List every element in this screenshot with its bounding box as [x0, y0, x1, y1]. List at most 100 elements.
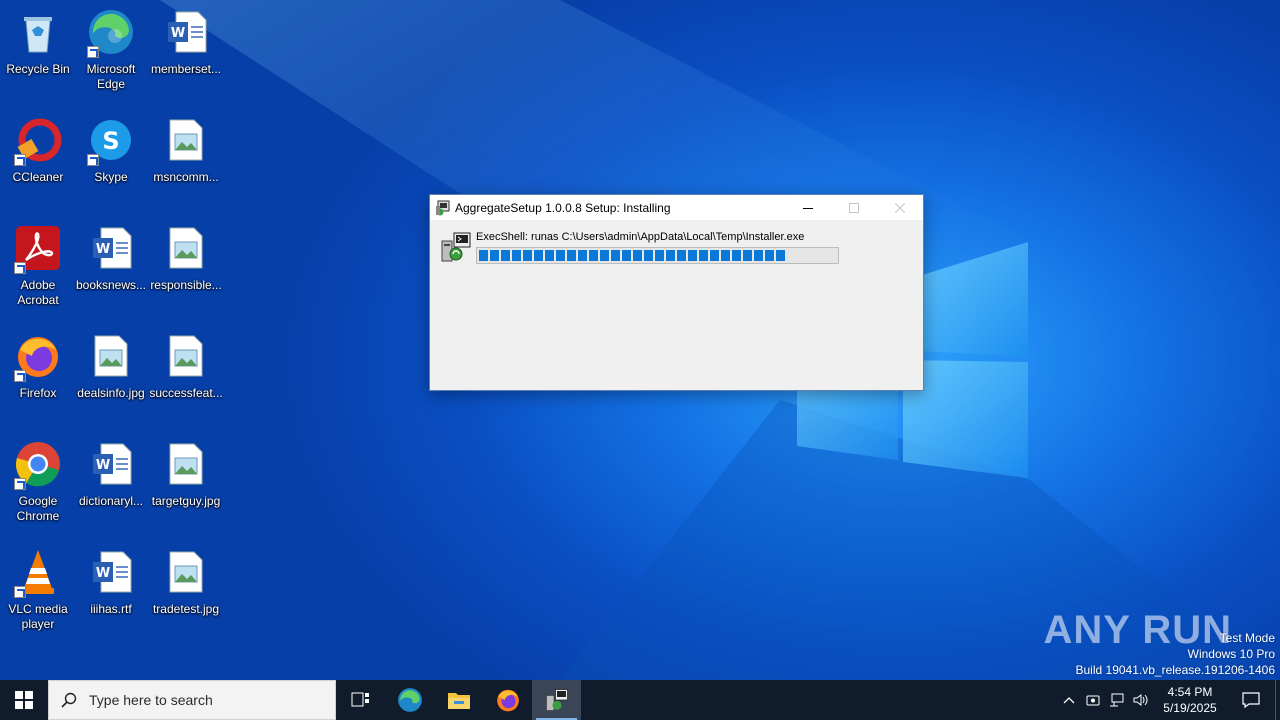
installer-icon [436, 200, 450, 215]
taskbar-edge-button[interactable] [385, 680, 434, 720]
shortcut-arrow-icon [87, 154, 99, 166]
windows-start-icon [15, 691, 33, 709]
taskbar-firefox-button[interactable] [483, 680, 532, 720]
desktop-icon-iiihas[interactable]: W iiihas.rtf [73, 544, 149, 648]
desktop-icon-booksnews[interactable]: W booksnews... [73, 220, 149, 324]
desktop-icon-label: msncomm... [153, 170, 219, 184]
ccleaner-icon [14, 116, 62, 166]
desktop-icon-vlc[interactable]: VLC media player [0, 544, 76, 648]
taskbar-installer-button[interactable] [532, 680, 581, 720]
recycle-bin-icon [14, 8, 62, 56]
taskbar-file-explorer-button[interactable] [434, 680, 483, 720]
desktop-icon-dealsinfo[interactable]: dealsinfo.jpg [73, 328, 149, 432]
desktop-icon-firefox[interactable]: Firefox [0, 328, 76, 432]
desktop-icon-label: dealsinfo.jpg [77, 386, 145, 400]
image-file-icon [162, 440, 210, 488]
firefox-icon [14, 332, 62, 382]
image-file-icon [162, 332, 210, 380]
close-button[interactable] [877, 195, 923, 220]
edge-icon [87, 8, 135, 58]
desktop-icon-label: Adobe Acrobat [17, 278, 59, 307]
desktop-icon-successfeat[interactable]: successfeat... [148, 328, 224, 432]
vlc-icon [14, 548, 62, 598]
chevron-up-icon [1063, 697, 1075, 704]
window-title: AggregateSetup 1.0.0.8 Setup: Installing [455, 200, 671, 215]
desktop-icon-label: Skype [94, 170, 128, 184]
show-desktop-button[interactable] [1275, 680, 1280, 720]
installer-window[interactable]: AggregateSetup 1.0.0.8 Setup: Installing… [429, 194, 924, 391]
desktop-icon-label: successfeat... [149, 386, 223, 400]
desktop-icon-label: targetguy.jpg [151, 494, 221, 508]
desktop-icon-tradetest[interactable]: tradetest.jpg [148, 544, 224, 648]
show-hidden-icons-button[interactable] [1057, 680, 1081, 720]
word-document-icon: W [87, 440, 135, 488]
desktop-icon-label: Microsoft Edge [86, 62, 136, 91]
taskbar-search-box[interactable]: Type here to search [48, 680, 336, 720]
windows-edition-text: Windows 10 Pro [1187, 647, 1275, 661]
chrome-icon [14, 440, 62, 490]
svg-text:S: S [102, 127, 119, 155]
word-document-icon: W [162, 8, 210, 56]
desktop-icon-microsoft-edge[interactable]: Microsoft Edge [73, 4, 149, 108]
word-document-icon: W [87, 548, 135, 596]
search-icon [49, 692, 89, 708]
shortcut-arrow-icon [14, 586, 26, 598]
installer-icon [441, 232, 471, 262]
desktop-icon-label: iiihas.rtf [90, 602, 132, 616]
build-text: Build 19041.vb_release.191206-1406 [1075, 663, 1276, 677]
minimize-icon [803, 207, 813, 209]
desktop-icon-label: Recycle Bin [6, 62, 70, 76]
installer-icon [545, 689, 568, 711]
svg-text:W: W [96, 566, 110, 581]
start-button[interactable] [0, 680, 48, 720]
shortcut-arrow-icon [14, 370, 26, 382]
desktop-icon-targetguy[interactable]: targetguy.jpg [148, 436, 224, 540]
word-document-icon: W [87, 224, 135, 272]
install-progress-bar [476, 247, 839, 264]
file-explorer-icon [447, 693, 470, 709]
task-view-button[interactable] [336, 680, 385, 720]
recording-icon [1086, 695, 1100, 706]
taskbar-clock[interactable]: 4:54 PM 5/19/2025 [1153, 684, 1227, 716]
desktop-icon-label: Firefox [19, 386, 57, 400]
desktop-icon-label: responsible... [150, 278, 222, 292]
desktop-icon-memberset[interactable]: W memberset... [148, 4, 224, 108]
desktop-icon-msncomm[interactable]: msncomm... [148, 112, 224, 216]
window-titlebar[interactable]: AggregateSetup 1.0.0.8 Setup: Installing [430, 195, 923, 220]
clock-date: 5/19/2025 [1163, 701, 1217, 715]
desktop-icon-adobe-acrobat[interactable]: Adobe Acrobat [0, 220, 76, 324]
task-view-icon [351, 692, 369, 707]
acrobat-icon [14, 224, 62, 274]
maximize-button[interactable] [831, 195, 877, 220]
close-icon [895, 202, 905, 213]
notification-icon [1242, 692, 1260, 708]
svg-text:W: W [96, 458, 110, 473]
desktop-icon-skype[interactable]: S Skype [73, 112, 149, 216]
desktop-icon-dictionary[interactable]: W dictionaryl... [73, 436, 149, 540]
desktop-icon-responsible[interactable]: responsible... [148, 220, 224, 324]
desktop-icon-ccleaner[interactable]: CCleaner [0, 112, 76, 216]
image-file-icon [162, 548, 210, 596]
system-tray: 4:54 PM 5/19/2025 [1057, 680, 1280, 720]
taskbar: Type here to search 4:54 PM 5/19/2025 [0, 680, 1280, 720]
desktop-icon-recycle-bin[interactable]: Recycle Bin [0, 4, 76, 108]
desktop-icon-label: Google Chrome [16, 494, 60, 523]
network-icon [1110, 693, 1124, 707]
firefox-icon [496, 689, 519, 712]
install-status-text: ExecShell: runas C:\Users\admin\AppData\… [476, 231, 805, 243]
desktop-icon-google-chrome[interactable]: Google Chrome [0, 436, 76, 540]
volume-button[interactable] [1129, 680, 1153, 720]
minimize-button[interactable] [785, 195, 831, 220]
shortcut-arrow-icon [14, 154, 26, 166]
skype-icon: S [87, 116, 135, 166]
shortcut-arrow-icon [87, 46, 99, 58]
system-info-overlay: Test Mode Windows 10 Pro Build 19041.vb_… [1076, 630, 1276, 678]
desktop-icon-label: VLC media player [8, 602, 68, 631]
desktop-icon-label: booksnews... [75, 278, 147, 292]
image-file-icon [162, 116, 210, 164]
action-center-button[interactable] [1227, 680, 1275, 720]
desktop-icon-label: tradetest.jpg [152, 602, 220, 616]
tray-app-icon[interactable] [1081, 680, 1105, 720]
network-button[interactable] [1105, 680, 1129, 720]
test-mode-text: Test Mode [1219, 631, 1275, 645]
